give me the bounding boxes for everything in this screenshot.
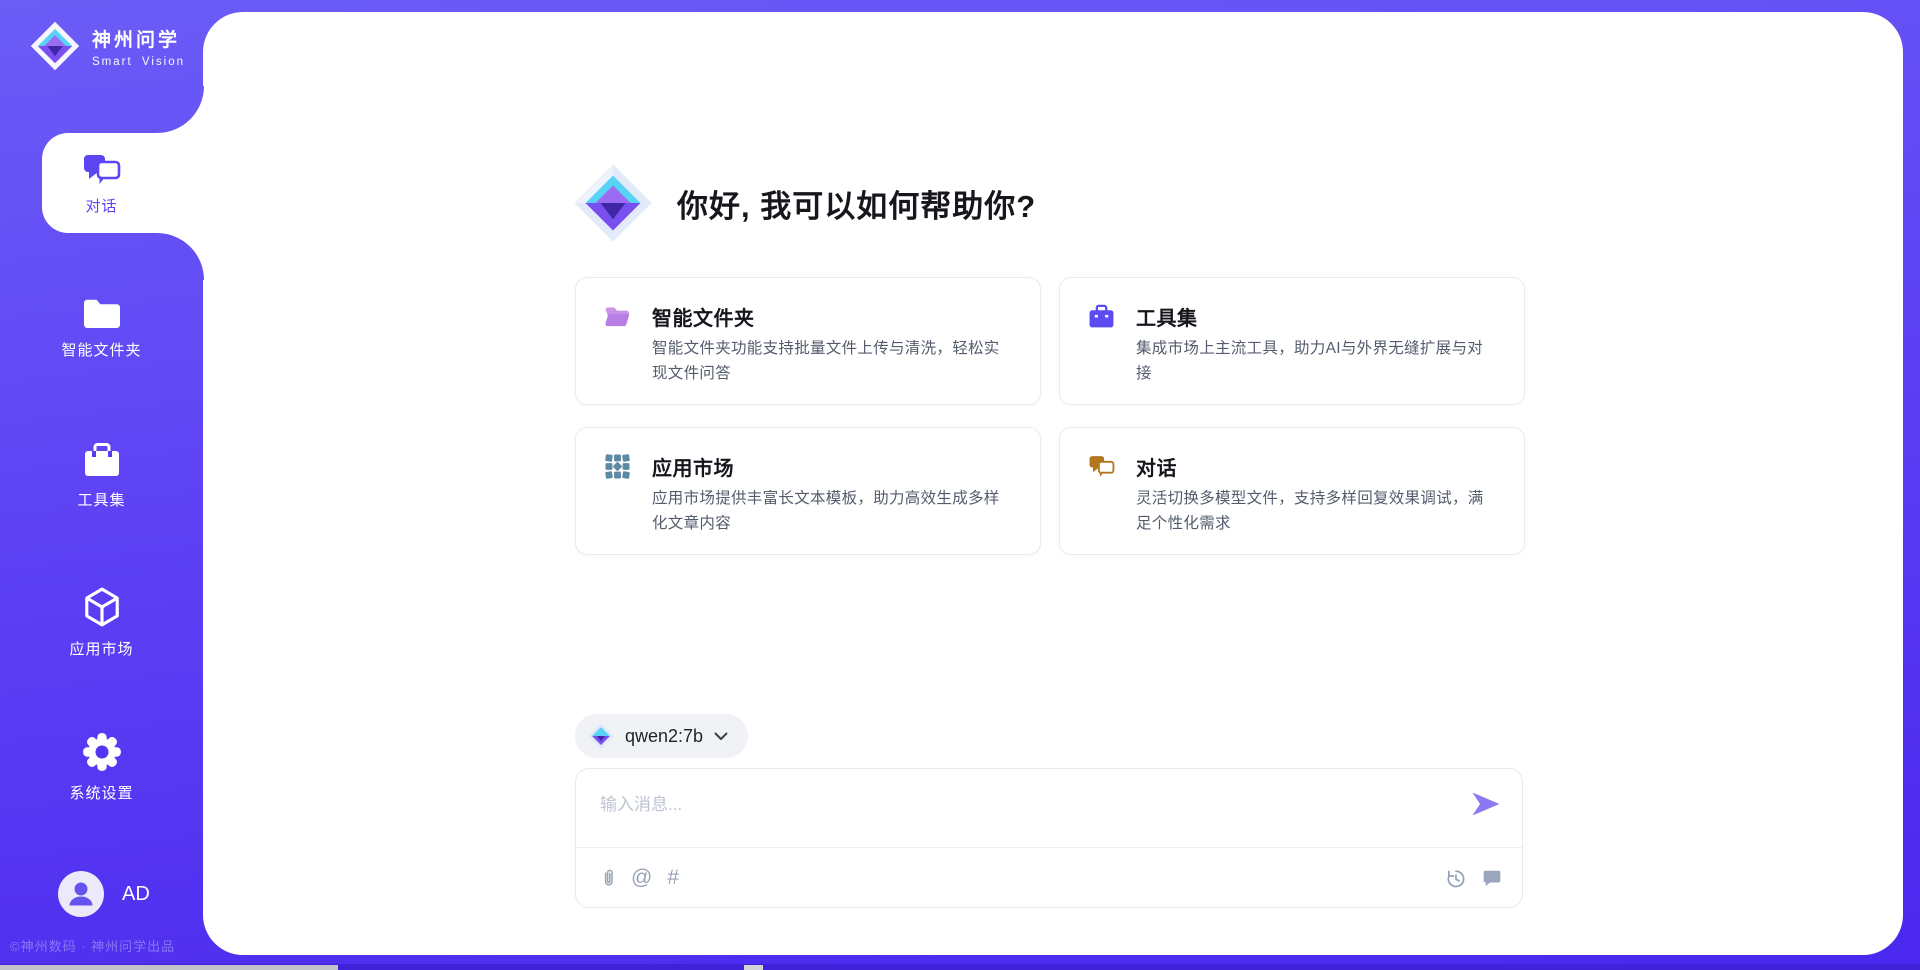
send-icon — [1471, 791, 1501, 817]
user-name: AD — [122, 883, 150, 906]
message-input[interactable] — [600, 784, 1430, 826]
sidebar-item-app-market[interactable]: 应用市场 — [0, 585, 203, 659]
attachment-icon — [600, 867, 616, 889]
cube-icon — [81, 585, 123, 629]
brand-subtitle: Smart Vision — [92, 56, 185, 68]
card-title: 智能文件夹 — [652, 302, 1012, 331]
at-icon: @ — [631, 866, 652, 890]
hero: 你好, 我可以如何帮助你? — [573, 163, 1036, 243]
hash-icon: # — [667, 866, 679, 890]
feature-cards: 智能文件夹 智能文件夹功能支持批量文件上传与清洗，轻松实现文件问答 工具集 集成… — [575, 277, 1525, 555]
sidebar-item-label: 对话 — [85, 195, 117, 216]
message-composer: @ # — [575, 768, 1523, 908]
attachment-button[interactable] — [600, 867, 616, 889]
history-button[interactable] — [1445, 868, 1466, 889]
sidebar-item-smart-folder[interactable]: 智能文件夹 — [0, 296, 203, 360]
sidebar-item-label: 智能文件夹 — [61, 339, 141, 360]
brand-name: 神州问学 — [92, 25, 185, 52]
greeting-title: 你好, 我可以如何帮助你? — [677, 181, 1036, 226]
user-account[interactable]: AD — [58, 871, 150, 917]
gear-icon — [81, 731, 123, 773]
card-title: 应用市场 — [652, 452, 1012, 481]
sidebar-item-label: 系统设置 — [69, 782, 133, 803]
sidebar-item-toolbox[interactable]: 工具集 — [0, 442, 203, 510]
feature-card-smart-folder[interactable]: 智能文件夹 智能文件夹功能支持批量文件上传与清洗，轻松实现文件问答 — [575, 277, 1041, 405]
topic-button[interactable]: # — [667, 866, 679, 890]
card-description: 应用市场提供丰富长文本模板，助力高效生成多样化文章内容 — [652, 486, 1012, 536]
composer-right-tools — [1445, 868, 1502, 889]
conversation-icon — [1482, 868, 1502, 888]
grid-icon — [604, 453, 631, 480]
tab-fillet-top — [157, 86, 204, 133]
feature-card-chat[interactable]: 对话 灵活切换多模型文件，支持多样回复效果调试，满足个性化需求 — [1059, 427, 1525, 555]
chat-bubbles-icon — [1088, 453, 1115, 480]
model-name: qwen2:7b — [625, 726, 703, 747]
sidebar-item-label: 应用市场 — [69, 638, 133, 659]
tab-fillet-bottom — [157, 233, 204, 280]
folder-icon — [82, 296, 122, 330]
model-logo-icon — [588, 723, 614, 749]
chat-icon — [81, 150, 123, 188]
brand: 神州问学 Smart Vision — [30, 21, 185, 71]
sidebar-footer: ©神州数码 · 神州问学出品 — [10, 936, 175, 955]
model-selector[interactable]: qwen2:7b — [575, 714, 748, 758]
toolbox-icon — [82, 442, 122, 480]
card-description: 集成市场上主流工具，助力AI与外界无缝扩展与对接 — [1136, 336, 1496, 386]
card-title: 对话 — [1136, 452, 1496, 481]
sidebar-item-settings[interactable]: 系统设置 — [0, 731, 203, 803]
briefcase-icon — [1088, 303, 1115, 330]
card-description: 灵活切换多模型文件，支持多样回复效果调试，满足个性化需求 — [1136, 486, 1496, 536]
feature-card-app-market[interactable]: 应用市场 应用市场提供丰富长文本模板，助力高效生成多样化文章内容 — [575, 427, 1041, 555]
chevron-down-icon — [714, 732, 728, 741]
assistant-logo-icon — [573, 163, 653, 243]
conversation-button[interactable] — [1482, 868, 1502, 888]
send-button[interactable] — [1470, 791, 1502, 819]
brand-logo-icon — [30, 21, 80, 71]
card-title: 工具集 — [1136, 302, 1496, 331]
card-description: 智能文件夹功能支持批量文件上传与清洗，轻松实现文件问答 — [652, 336, 1012, 386]
screen-edge-segment — [0, 965, 338, 970]
feature-card-toolbox[interactable]: 工具集 集成市场上主流工具，助力AI与外界无缝扩展与对接 — [1059, 277, 1525, 405]
composer-toolbar: @ # — [600, 848, 1502, 908]
folder-open-icon — [604, 303, 631, 330]
mention-button[interactable]: @ — [631, 866, 652, 890]
screen-edge-segment — [744, 965, 763, 970]
history-icon — [1445, 868, 1466, 889]
sidebar-item-chat[interactable]: 对话 — [42, 133, 207, 233]
sidebar-item-label: 工具集 — [77, 489, 125, 510]
avatar — [58, 871, 104, 917]
